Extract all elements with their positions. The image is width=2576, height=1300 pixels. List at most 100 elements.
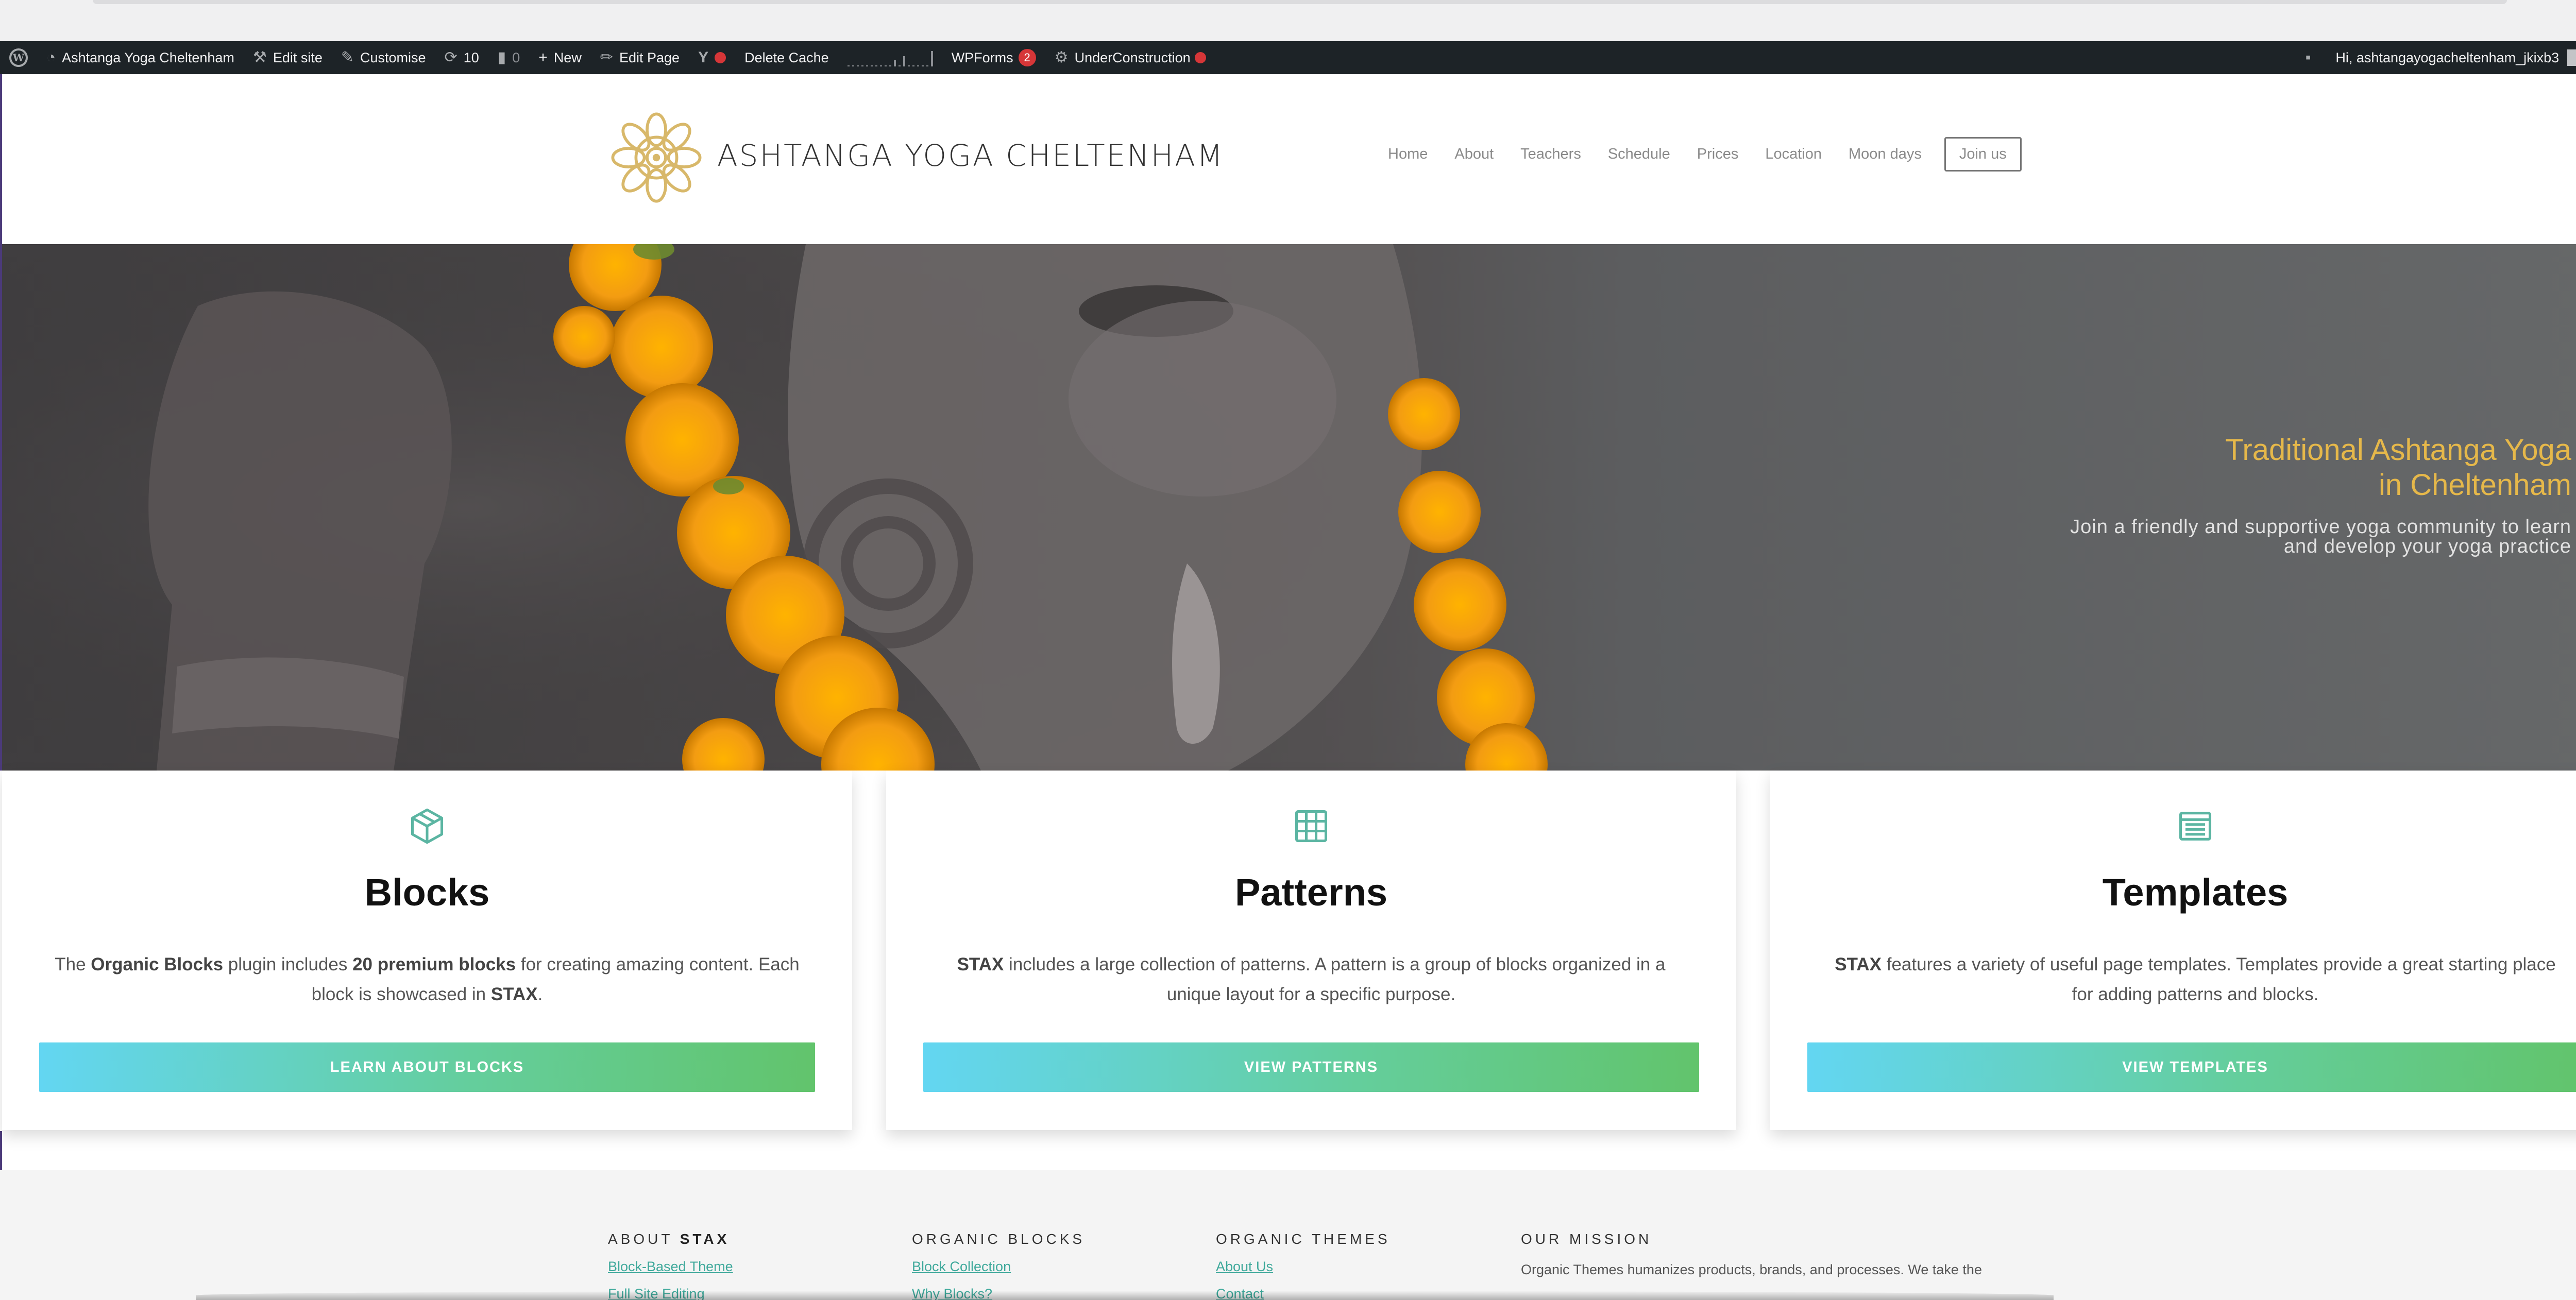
card-templates: Templates STAX features a variety of use…: [1770, 771, 2576, 1130]
comment-icon: ▮: [497, 49, 506, 66]
footer-col-organic-blocks: ORGANIC BLOCKS Block Collection Why Bloc…: [912, 1231, 1200, 1300]
main-navigation: Home About Teachers Schedule Prices Loca…: [1388, 137, 2022, 172]
admin-bar-site-name[interactable]: ◔ Ashtanga Yoga Cheltenham: [37, 41, 244, 74]
card-text-bold: STAX: [957, 954, 1004, 974]
footer-heading-bold: STAX: [680, 1231, 730, 1247]
footer-shadow: [196, 1291, 2054, 1300]
mandala-logo-icon[interactable]: [610, 111, 703, 204]
card-text-bold: STAX: [1835, 954, 1882, 974]
hero-heading: Traditional Ashtanga Yoga in Cheltenham: [1902, 433, 2571, 503]
learn-about-blocks-button[interactable]: LEARN ABOUT BLOCKS: [39, 1042, 815, 1092]
join-us-button[interactable]: Join us: [1944, 137, 2022, 172]
admin-bar-wpforms[interactable]: WPForms 2: [942, 41, 1045, 74]
site-footer: ABOUT STAX Block-Based Theme Full Site E…: [0, 1170, 2576, 1300]
new-label: New: [553, 49, 582, 65]
admin-bar-delete-cache[interactable]: Delete Cache: [735, 41, 838, 74]
view-templates-button[interactable]: VIEW TEMPLATES: [1807, 1042, 2576, 1092]
footer-heading-prefix: ABOUT: [608, 1231, 680, 1247]
footer-col-organic-themes: ORGANIC THEMES About Us Contact: [1216, 1231, 1504, 1300]
nav-prices[interactable]: Prices: [1697, 146, 1739, 163]
browser-top-strip: [0, 0, 2576, 41]
seo-status-dot: [715, 52, 726, 63]
card-text-bold: Organic Blocks: [91, 954, 224, 974]
footer-col-mission: OUR MISSION Organic Themes humanizes pro…: [1521, 1231, 2088, 1278]
admin-bar-edit-site[interactable]: ⚒ Edit site: [244, 41, 332, 74]
nav-schedule[interactable]: Schedule: [1608, 146, 1670, 163]
comments-count: 0: [512, 49, 520, 65]
notification-icon: ▪: [2305, 49, 2311, 66]
admin-bar-seo[interactable]: Y: [689, 41, 735, 74]
mission-text: Organic Themes humanizes products, brand…: [1521, 1262, 1982, 1277]
card-text-bold: 20 premium blocks: [352, 954, 516, 974]
footer-heading: OUR MISSION: [1521, 1231, 1652, 1247]
admin-bar-comments[interactable]: ▮ 0: [488, 41, 530, 74]
footer-heading: ORGANIC BLOCKS: [912, 1231, 1086, 1247]
admin-bar-my-account[interactable]: Hi, ashtangayogacheltenham_jkixb3: [2326, 41, 2576, 74]
hero-subheading: Join a friendly and supportive yoga comm…: [1902, 517, 2571, 556]
yoast-icon: Y: [698, 49, 709, 66]
wpforms-badge: 2: [1018, 49, 1036, 66]
wordpress-logo-icon: W: [9, 48, 28, 67]
hero-heading-line-1: Traditional Ashtanga Yoga: [2225, 433, 2571, 467]
under-construction-label: UnderConstruction: [1074, 49, 1191, 65]
admin-bar-stats[interactable]: [838, 41, 942, 74]
ganesha-statue-image: [2, 244, 1548, 771]
card-blocks: Blocks The Organic Blocks plugin include…: [2, 771, 852, 1130]
admin-bar-customise[interactable]: ✎ Customise: [332, 41, 435, 74]
dashboard-icon: ◔: [46, 49, 56, 66]
nav-about[interactable]: About: [1454, 146, 1494, 163]
avatar: [2567, 49, 2576, 66]
card-text-part: features a variety of useful page templa…: [1882, 954, 2556, 1004]
card-description: STAX includes a large collection of patt…: [938, 950, 1685, 1010]
admin-bar-updates[interactable]: ⟳ 10: [435, 41, 488, 74]
delete-cache-label: Delete Cache: [744, 49, 829, 65]
under-construction-status-dot: [1194, 52, 1206, 63]
gear-icon: ⚙: [1054, 49, 1069, 66]
admin-bar-under-construction[interactable]: ⚙ UnderConstruction: [1045, 41, 1215, 74]
footer-heading: ORGANIC THEMES: [1216, 1231, 1391, 1247]
cube-icon: [411, 808, 444, 844]
card-description: The Organic Blocks plugin includes 20 pr…: [54, 950, 801, 1010]
updates-icon: ⟳: [444, 49, 457, 66]
card-text-bold: STAX: [490, 984, 538, 1004]
card-text-part: includes a large collection of patterns.…: [1004, 954, 1666, 1004]
view-patterns-button[interactable]: VIEW PATTERNS: [923, 1042, 1699, 1092]
admin-bar-notifications[interactable]: ▪: [2296, 41, 2327, 74]
wp-logo-menu[interactable]: W: [0, 41, 37, 74]
pencil-icon: ✏: [600, 49, 613, 66]
nav-location[interactable]: Location: [1765, 146, 1822, 163]
updates-count: 10: [463, 49, 479, 65]
footer-link[interactable]: About Us: [1216, 1259, 1504, 1275]
admin-bar-edit-page[interactable]: ✏ Edit Page: [591, 41, 689, 74]
footer-link[interactable]: Block-Based Theme: [608, 1259, 896, 1275]
wp-admin-bar: W ◔ Ashtanga Yoga Cheltenham ⚒ Edit site…: [0, 41, 2576, 74]
hero-banner: Traditional Ashtanga Yoga in Cheltenham …: [2, 244, 2576, 771]
customise-label: Customise: [360, 49, 426, 65]
site-title[interactable]: ASHTANGA YOGA CHELTENHAM: [717, 138, 1224, 173]
admin-bar-new[interactable]: + New: [529, 41, 591, 74]
edit-site-label: Edit site: [273, 49, 323, 65]
feature-cards-section: Blocks The Organic Blocks plugin include…: [0, 771, 2576, 1131]
plus-icon: +: [538, 49, 548, 66]
nav-home[interactable]: Home: [1388, 146, 1428, 163]
hero-subheading-line-2: and develop your yoga practice: [2283, 536, 2571, 557]
hero-heading-line-2: in Cheltenham: [2379, 468, 2571, 502]
card-patterns: Patterns STAX includes a large collectio…: [886, 771, 1736, 1130]
hero-subheading-line-1: Join a friendly and supportive yoga comm…: [2070, 516, 2571, 538]
site-name-label: Ashtanga Yoga Cheltenham: [62, 49, 234, 65]
greeting-label: Hi, ashtangayogacheltenham_jkixb3: [2335, 49, 2560, 65]
paintbrush-icon: ✎: [341, 49, 354, 66]
nav-teachers[interactable]: Teachers: [1520, 146, 1581, 163]
card-title: Templates: [2102, 871, 2289, 914]
card-title: Patterns: [1234, 871, 1388, 914]
footer-heading: ABOUT STAX: [608, 1231, 896, 1247]
card-title: Blocks: [364, 871, 490, 914]
hammer-icon: ⚒: [252, 49, 267, 66]
card-text-part: .: [537, 984, 543, 1004]
site-header: ASHTANGA YOGA CHELTENHAM Home About Teac…: [2, 74, 2576, 244]
wpforms-label: WPForms: [951, 49, 1013, 65]
footer-col-about: ABOUT STAX Block-Based Theme Full Site E…: [608, 1231, 896, 1300]
nav-moon-days[interactable]: Moon days: [1849, 146, 1922, 163]
stats-sparkline-icon: [847, 49, 933, 66]
footer-link[interactable]: Block Collection: [912, 1259, 1200, 1275]
